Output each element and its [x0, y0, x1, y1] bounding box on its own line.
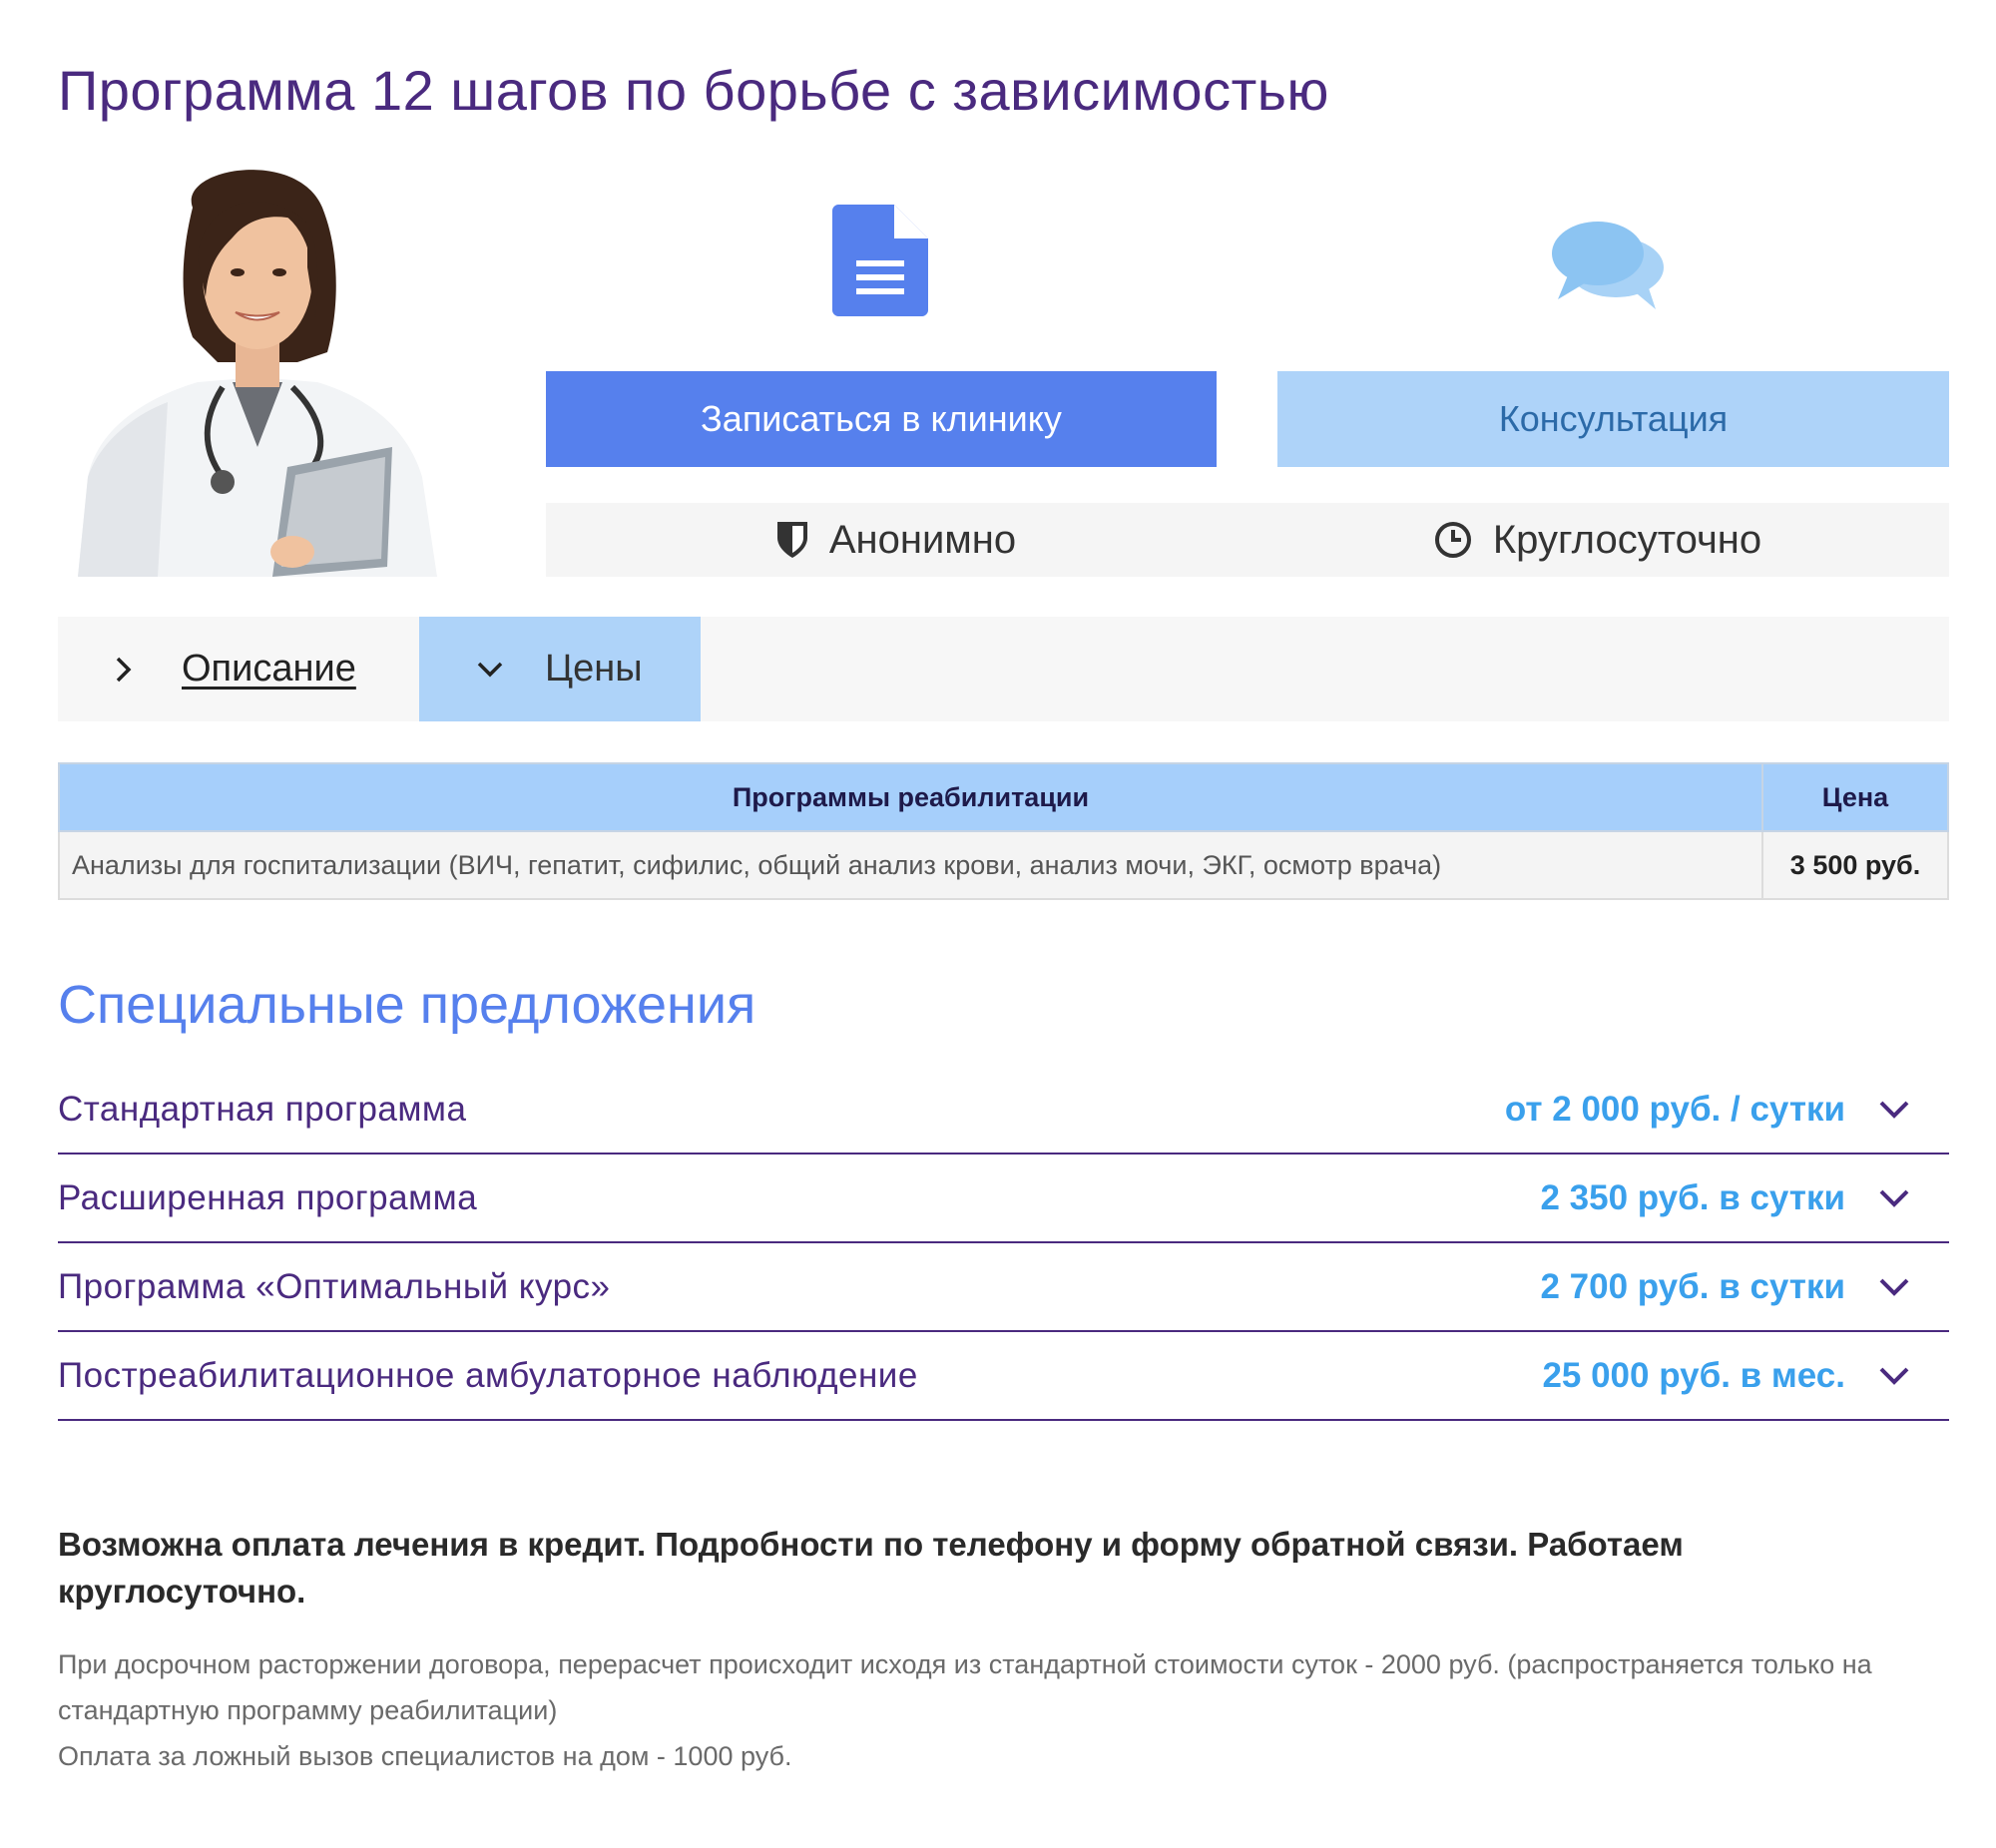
tab-prices[interactable]: Цены	[419, 617, 701, 721]
tab-description[interactable]: Описание	[58, 617, 419, 721]
offer-name: Стандартная программа	[58, 1089, 467, 1129]
special-offers-title: Специальные предложения	[58, 975, 756, 1035]
offer-price: 2 350 руб. в сутки	[1540, 1177, 1845, 1217]
offers-list: Стандартная программа от 2 000 руб. / су…	[58, 1066, 1949, 1421]
chevron-down-icon[interactable]	[1879, 1101, 1909, 1119]
column-header-programs: Программы реабилитации	[58, 762, 1763, 832]
feature-around-clock: Круглосуточно	[1248, 503, 1949, 577]
shield-icon	[776, 522, 807, 558]
offer-name: Программа «Оптимальный курс»	[58, 1266, 611, 1306]
page-title: Программа 12 шагов по борьбе с зависимос…	[58, 59, 1329, 122]
offer-name: Расширенная программа	[58, 1177, 478, 1217]
table-cell-program: Анализы для госпитализации (ВИЧ, гепатит…	[58, 830, 1763, 900]
table-cell-price: 3 500 руб.	[1761, 830, 1949, 900]
tabs-bar: Описание Цены	[58, 617, 1949, 721]
chevron-down-icon	[477, 662, 503, 677]
feature-anonymous: Анонимно	[546, 503, 1248, 577]
tab-description-label: Описание	[182, 648, 356, 690]
table-header-row: Программы реабилитации Цена	[58, 762, 1949, 832]
clock-icon	[1434, 522, 1471, 558]
signup-button[interactable]: Записаться в клинику	[546, 371, 1217, 467]
credit-note: Возможна оплата лечения в кредит. Подроб…	[58, 1526, 1684, 1610]
price-table: Программы реабилитации Цена Анализы для …	[58, 762, 1949, 900]
note-early-termination: При досрочном расторжении договора, пере…	[58, 1649, 1872, 1725]
document-icon	[832, 205, 928, 316]
note-false-call: Оплата за ложный вызов специалистов на д…	[58, 1741, 792, 1771]
offer-item[interactable]: Программа «Оптимальный курс» 2 700 руб. …	[58, 1243, 1949, 1332]
offer-item[interactable]: Постреабилитационное амбулаторное наблюд…	[58, 1332, 1949, 1421]
offer-item[interactable]: Стандартная программа от 2 000 руб. / су…	[58, 1066, 1949, 1155]
feature-around-clock-label: Круглосуточно	[1492, 517, 1762, 562]
features-bar: Анонимно Круглосуточно	[546, 503, 1949, 577]
doctor-image	[58, 148, 487, 577]
chevron-down-icon[interactable]	[1879, 1278, 1909, 1296]
terms-notes: При досрочном расторжении договора, пере…	[58, 1641, 1954, 1779]
table-row: Анализы для госпитализации (ВИЧ, гепатит…	[58, 830, 1949, 900]
offer-price: 25 000 руб. в мес.	[1542, 1355, 1845, 1395]
chevron-down-icon[interactable]	[1879, 1189, 1909, 1207]
consultation-button[interactable]: Консультация	[1277, 371, 1949, 467]
chat-bubbles-icon	[1552, 222, 1664, 309]
offer-item[interactable]: Расширенная программа 2 350 руб. в сутки	[58, 1155, 1949, 1243]
offer-name: Постреабилитационное амбулаторное наблюд…	[58, 1355, 918, 1395]
offer-price: от 2 000 руб. / сутки	[1504, 1089, 1845, 1129]
chevron-right-icon	[116, 657, 132, 682]
feature-anonymous-label: Анонимно	[828, 517, 1017, 562]
offer-price: 2 700 руб. в сутки	[1540, 1266, 1845, 1306]
tab-prices-label: Цены	[545, 648, 643, 690]
chevron-down-icon[interactable]	[1879, 1367, 1909, 1385]
column-header-price: Цена	[1761, 762, 1949, 832]
